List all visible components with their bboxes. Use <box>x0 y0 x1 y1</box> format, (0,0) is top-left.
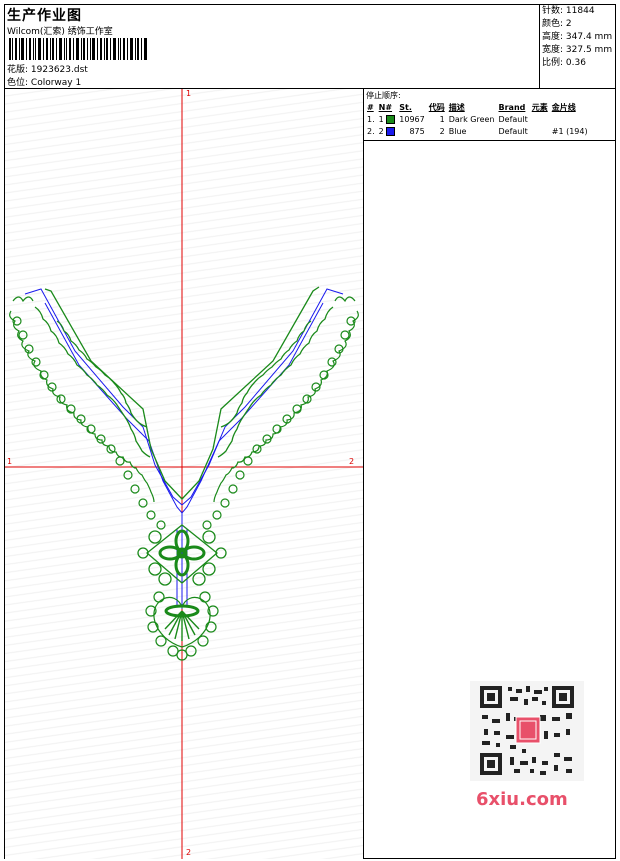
header-left: 生产作业图 Wilcom(汇索) 绣饰工作室 花版: 1923623.dst 色… <box>4 4 539 88</box>
spec-height: 高度: 347.4 mm <box>542 32 613 42</box>
stop-sequence-title: 停止顺序: <box>366 91 401 100</box>
spec-width: 宽度: 327.5 mm <box>542 45 613 55</box>
watermark-logo: 6xiu.com <box>476 789 568 810</box>
table-row: 2. 2 875 2 Blue Default #1 (194) <box>367 126 588 136</box>
axis-label-right: 2 <box>349 457 355 466</box>
axis-label-bottom: 2 <box>186 848 192 857</box>
table-row: 1. 1 10967 1 Dark Green Default <box>367 114 528 124</box>
barcode-icon <box>9 38 147 60</box>
company-name: Wilcom(汇索) 绣饰工作室 <box>7 27 113 37</box>
blue-outline <box>24 288 344 609</box>
sheet-title: 生产作业图 <box>7 8 82 24</box>
spec-stitches: 针数: 11844 <box>542 6 595 16</box>
spec-scale: 比例: 0.36 <box>542 58 586 68</box>
pattern-line: 花版: 1923623.dst <box>7 62 88 75</box>
pattern-label: 花版: <box>7 65 29 75</box>
design-divider <box>363 89 364 859</box>
table-header-row: # N# St. 代码 描述 Brand 元素 金片线 <box>367 102 576 112</box>
color-swatch <box>386 114 396 124</box>
axis-label-top: 1 <box>186 89 192 98</box>
header-divider-vertical <box>539 4 540 88</box>
design-canvas: 1 2 1 2 <box>5 89 363 859</box>
stop-sequence-table: # N# St. 代码 描述 Brand 元素 金片线 1. 1 10967 1… <box>365 101 590 137</box>
stop-sequence-panel: 停止顺序: # N# St. 代码 描述 Brand 元素 金片线 1. 1 1… <box>364 89 616 141</box>
embroidery-design <box>5 89 363 859</box>
qr-code-icon <box>470 681 584 781</box>
axis-label-left: 1 <box>7 457 13 466</box>
colorway-line: 色位: Colorway 1 <box>7 75 81 88</box>
colorway-value: Colorway 1 <box>30 78 82 88</box>
colorway-label: 色位: <box>7 78 29 88</box>
color-swatch <box>386 126 396 136</box>
spec-list: 针数: 11844 颜色: 2 高度: 347.4 mm 宽度: 327.5 m… <box>542 5 612 70</box>
outer-scallop-border <box>9 296 359 530</box>
spec-colors: 颜色: 2 <box>542 19 572 29</box>
pattern-value: 1923623.dst <box>30 65 88 75</box>
